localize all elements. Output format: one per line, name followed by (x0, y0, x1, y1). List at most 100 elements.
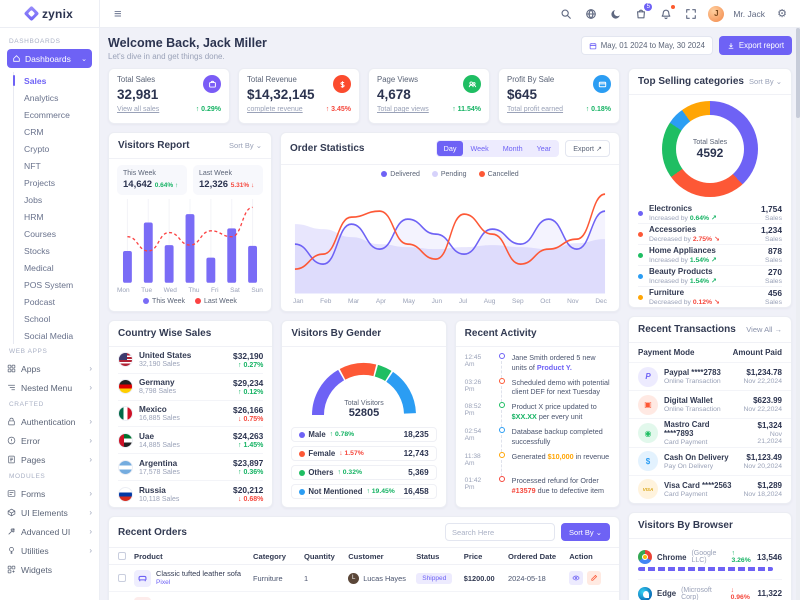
kpi-link[interactable]: complete revenue (247, 106, 303, 113)
kpi-delta: ↑ 3.45% (326, 106, 351, 113)
category-row: AccessoriesDecreased by 2.75% ↘1,234Sale… (638, 224, 782, 245)
view-all-link[interactable]: View All → (746, 325, 782, 334)
gender-row: Male↑ 0.78%18,235 (291, 427, 436, 442)
utilities-icon (7, 546, 16, 555)
order-statistics-chart (287, 178, 613, 298)
cart-badge: 5 (644, 3, 652, 11)
kpi-link[interactable]: View all sales (117, 106, 159, 113)
sidebar-item-pos-system[interactable]: POS System (24, 276, 92, 293)
browser-row: Edge(Microsoft Corp)↓ 0.96%11,322 (638, 580, 782, 600)
sidebar-item-social-media[interactable]: Social Media (24, 327, 92, 344)
download-icon (727, 42, 735, 50)
settings-gear-icon[interactable]: ⚙ (774, 6, 790, 22)
kpi-total-sales: Total Sales 32,981 View all sales↑ 0.29% (108, 68, 230, 124)
row-checkbox[interactable] (118, 574, 126, 582)
tab-year[interactable]: Year (530, 141, 559, 156)
card-title: Recent Transactions (638, 324, 736, 335)
country-row: Germany8,798 Sales$29,234↑ 0.12% (118, 374, 263, 401)
sidebar-item-ecommerce[interactable]: Ecommerce (24, 106, 92, 123)
visitors-by-gender-card: Visitors By Gender Total Visitors52805 M… (281, 320, 446, 508)
kpi-link[interactable]: Total profit earned (507, 106, 563, 113)
sidebar-item-courses[interactable]: Courses (24, 225, 92, 242)
sidebar-item-advanced-ui[interactable]: Advanced UI› (7, 522, 92, 541)
language-icon[interactable] (583, 6, 599, 22)
transaction-row: ◉Mastro Card ****7893Card Payment$1,324N… (629, 419, 791, 447)
activity-item: 08:52 PmProduct X price updated to $XX.X… (465, 402, 610, 427)
browser-row: Chrome(Google LLC)↑ 3.26%13,546 (638, 543, 782, 580)
top-header: zynix ≡ 5 J Mr. Jack ⚙ (0, 0, 800, 28)
paypal-icon: P (638, 367, 658, 387)
chevron-down-icon: ⌄ (81, 55, 87, 63)
fullscreen-icon[interactable] (683, 6, 699, 22)
kpi-delta: ↑ 0.18% (586, 106, 611, 113)
order-statistics-card: Order Statistics Day Week Month Year Exp… (280, 132, 620, 312)
sidebar-item-nft[interactable]: NFT (24, 157, 92, 174)
tab-day[interactable]: Day (437, 141, 464, 156)
sidebar-item-apps[interactable]: Apps› (7, 359, 92, 378)
kpi-link[interactable]: Total page views (377, 106, 429, 113)
sidebar-item-utilities[interactable]: Utilities› (7, 541, 92, 560)
page-subtitle: Let's dive in and get things done. (108, 52, 267, 61)
sidebar-item-jobs[interactable]: Jobs (24, 191, 92, 208)
main-content: Welcome Back, Jack Miller Let's dive in … (100, 28, 800, 600)
edge-icon (638, 587, 652, 600)
card-title: Visitors Report (118, 140, 190, 151)
sort-by-dropdown[interactable]: Sort By ⌄ (749, 77, 782, 86)
transaction-row: PPaypal ****2783Online Transaction$1,234… (629, 363, 791, 391)
sidebar-item-ui-elements[interactable]: UI Elements› (7, 503, 92, 522)
export-report-button[interactable]: Export report (719, 36, 792, 55)
sidebar-item-projects[interactable]: Projects (24, 174, 92, 191)
notification-dot (671, 5, 675, 9)
sidebar-section-modules: MODULES (9, 473, 92, 480)
search-icon[interactable] (558, 6, 574, 22)
chevron-right-icon: › (89, 508, 92, 517)
cart-icon[interactable]: 5 (633, 6, 649, 22)
sidebar-item-hrm[interactable]: HRM (24, 208, 92, 225)
sidebar-item-medical[interactable]: Medical (24, 259, 92, 276)
sort-by-button[interactable]: Sort By ⌄ (561, 523, 610, 541)
sales-icon (203, 75, 221, 93)
card-title: Recent Activity (465, 328, 537, 339)
export-button[interactable]: Export ↗ (565, 140, 610, 157)
sidebar-item-crypto[interactable]: Crypto (24, 140, 92, 157)
period-tabs: Day Week Month Year (436, 140, 560, 157)
menu-toggle-icon[interactable]: ≡ (114, 7, 122, 20)
category-row: FurnitureDecreased by 0.12% ↘456Sales (638, 287, 782, 307)
country-row: United States32,190 Sales$32,190↑ 0.27% (118, 347, 263, 374)
edit-order-button[interactable] (587, 571, 601, 585)
sidebar-item-nested-menu[interactable]: Nested Menu› (7, 378, 92, 397)
kpi-row: Total Sales 32,981 View all sales↑ 0.29%… (108, 68, 620, 124)
logo[interactable]: zynix (0, 0, 100, 27)
sidebar-item-podcast[interactable]: Podcast (24, 293, 92, 310)
recent-transactions-card: Recent Transactions View All → Payment M… (628, 316, 792, 504)
sort-by-dropdown[interactable]: Sort By ⌄ (229, 141, 262, 150)
nested-menu-icon (7, 383, 16, 392)
card-title: Order Statistics (290, 143, 364, 154)
tab-week[interactable]: Week (463, 141, 495, 156)
sidebar-item-pages[interactable]: Pages› (7, 450, 92, 469)
select-all-checkbox[interactable] (118, 552, 126, 560)
sidebar-item-crm[interactable]: CRM (24, 123, 92, 140)
sidebar-item-error[interactable]: Error› (7, 431, 92, 450)
page-scrollbar[interactable] (796, 28, 800, 600)
sidebar-item-widgets[interactable]: Widgets (7, 560, 92, 579)
sidebar-item-school[interactable]: School (24, 310, 92, 327)
sidebar-item-authentication[interactable]: Authentication› (7, 412, 92, 431)
us-flag-icon (118, 352, 133, 367)
x-axis-months: JanFebMarAprMayJunJulAugSepOctNovDec (281, 298, 619, 311)
sidebar-item-sales[interactable]: Sales (24, 72, 92, 89)
dark-mode-icon[interactable] (608, 6, 624, 22)
order-row: Classic tufted leather sofaPixel Furnitu… (109, 565, 619, 592)
view-order-button[interactable] (569, 571, 583, 585)
tab-month[interactable]: Month (496, 141, 530, 156)
ae-flag-icon (118, 433, 133, 448)
card-icon (593, 75, 611, 93)
notifications-icon[interactable] (658, 6, 674, 22)
sidebar-item-stocks[interactable]: Stocks (24, 242, 92, 259)
date-range-picker[interactable]: May, 01 2024 to May, 30 2024 (581, 36, 713, 55)
sidebar-item-analytics[interactable]: Analytics (24, 89, 92, 106)
user-avatar[interactable]: J (708, 6, 724, 22)
orders-search-input[interactable] (445, 523, 555, 541)
sidebar-item-forms[interactable]: Forms› (7, 484, 92, 503)
sidebar-item-dashboards[interactable]: Dashboards ⌄ (7, 49, 92, 68)
